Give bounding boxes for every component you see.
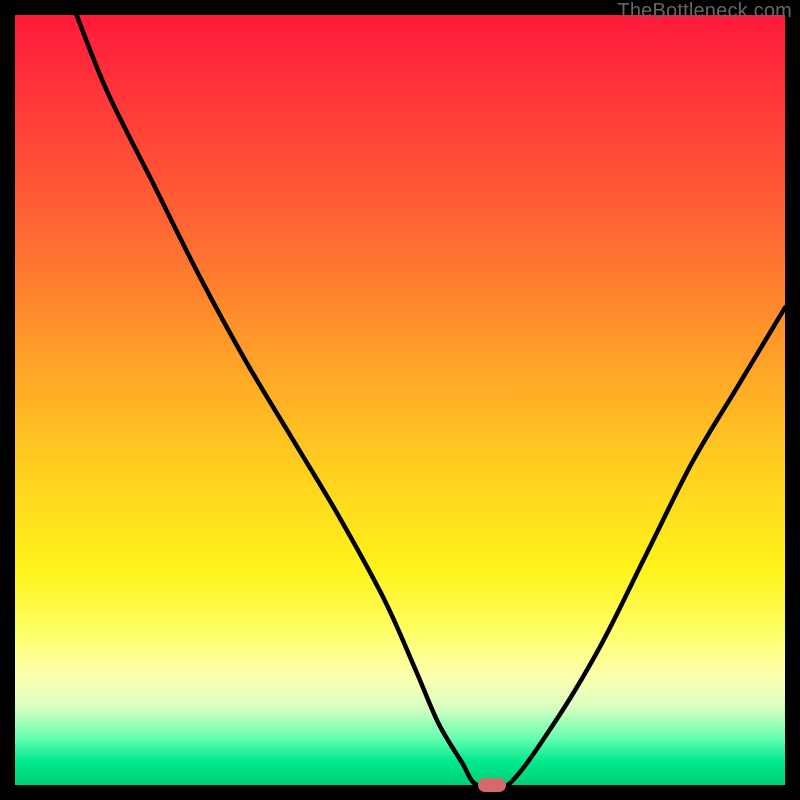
plot-area [15, 15, 785, 785]
bottleneck-curve [15, 15, 785, 785]
min-marker [478, 778, 506, 792]
curve-path [77, 15, 785, 785]
chart-frame: TheBottleneck.com [0, 0, 800, 800]
